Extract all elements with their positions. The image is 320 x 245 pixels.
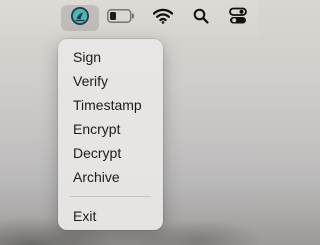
app-dropdown-menu: Sign Verify Timestamp Encrypt Decrypt Ar… [58, 39, 163, 230]
menu-item-encrypt[interactable]: Encrypt [58, 117, 163, 141]
menu-item-sign[interactable]: Sign [58, 45, 163, 69]
spotlight-search-button[interactable] [190, 5, 212, 31]
search-icon [193, 8, 209, 29]
control-center-button[interactable] [225, 5, 251, 31]
battery-icon [107, 8, 135, 28]
menu-bar [0, 0, 259, 36]
signing-app-menu-button[interactable] [61, 5, 99, 31]
menu-item-timestamp[interactable]: Timestamp [58, 93, 163, 117]
signing-app-icon [70, 6, 90, 31]
control-center-icon [229, 7, 247, 30]
wifi-icon [152, 8, 174, 29]
menu-separator [70, 196, 151, 197]
battery-status-button[interactable] [104, 5, 138, 31]
wifi-status-button[interactable] [150, 5, 176, 31]
menu-item-decrypt[interactable]: Decrypt [58, 141, 163, 165]
menu-item-archive[interactable]: Archive [58, 165, 163, 189]
menu-item-exit[interactable]: Exit [58, 204, 163, 228]
menu-item-verify[interactable]: Verify [58, 69, 163, 93]
